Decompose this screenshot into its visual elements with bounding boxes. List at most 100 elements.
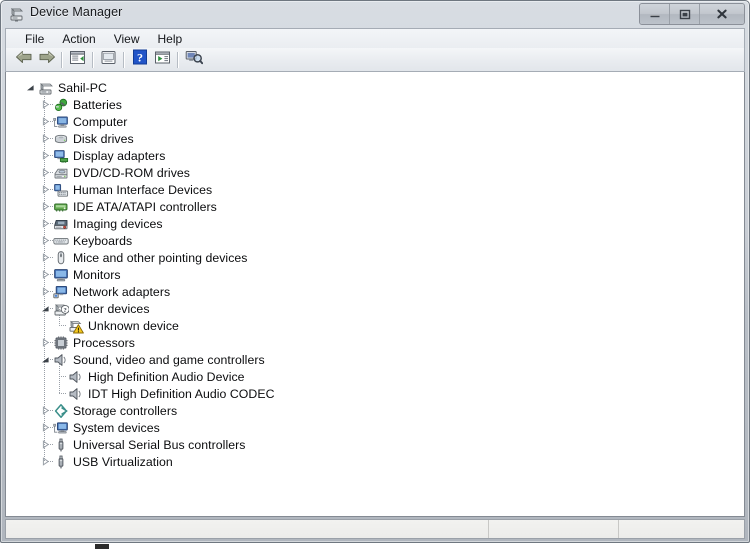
expand-collapse-triangle-collapsed-icon[interactable]	[37, 283, 53, 300]
toolbar-separator	[92, 51, 94, 68]
maximize-button[interactable]	[670, 4, 700, 24]
menu-item-file[interactable]: File	[16, 30, 53, 48]
forward-button[interactable]	[35, 49, 58, 70]
mouse-icon	[53, 250, 69, 266]
tree-node-label: Processors	[73, 335, 136, 350]
device-tree-pane[interactable]: Sahil-PC Batteries Computer Disk drives Disp…	[5, 72, 745, 517]
help-button[interactable]: ?	[128, 49, 151, 70]
hid-icon	[53, 182, 69, 198]
tree-node[interactable]: Batteries	[6, 96, 122, 113]
processor-icon	[53, 335, 69, 351]
expand-collapse-triangle-collapsed-icon[interactable]	[37, 113, 53, 130]
tree-node[interactable]: Sound, video and game controllers	[6, 351, 265, 368]
toolbar-separator	[177, 51, 179, 68]
tree-node[interactable]: IDT High Definition Audio CODEC	[6, 385, 275, 402]
tree-node[interactable]: DVD/CD-ROM drives	[6, 164, 190, 181]
usb-icon	[53, 437, 69, 453]
tree-node-label: IDT High Definition Audio CODEC	[88, 386, 275, 401]
tree-node[interactable]: Human Interface Devices	[6, 181, 212, 198]
tree-node[interactable]: Disk drives	[6, 130, 134, 147]
tree-node[interactable]: Universal Serial Bus controllers	[6, 436, 245, 453]
tree-node[interactable]: Computer	[6, 113, 127, 130]
expand-collapse-triangle-collapsed-icon[interactable]	[37, 419, 53, 436]
tree-node[interactable]: ? Other devices	[6, 300, 150, 317]
tree-node-spacer	[52, 317, 68, 334]
tree-node-label: Keyboards	[73, 233, 133, 248]
monitor-icon	[53, 267, 69, 283]
tree-node[interactable]: Mice and other pointing devices	[6, 249, 248, 266]
tree-node[interactable]: Imaging devices	[6, 215, 163, 232]
tree-node[interactable]: Processors	[6, 334, 135, 351]
menu-item-help[interactable]: Help	[149, 30, 192, 48]
expand-collapse-triangle-collapsed-icon[interactable]	[37, 334, 53, 351]
tree-node-label: System devices	[73, 420, 160, 435]
imaging-device-icon	[53, 216, 69, 232]
expand-collapse-triangle-collapsed-icon[interactable]	[37, 266, 53, 283]
tree-node[interactable]: Monitors	[6, 266, 121, 283]
computer-icon	[53, 114, 69, 130]
expand-collapse-triangle-expanded-icon[interactable]	[22, 79, 38, 96]
unknown-device-icon: ?	[53, 301, 69, 317]
tree-node-label: DVD/CD-ROM drives	[73, 165, 190, 180]
toolbar-separator	[123, 51, 125, 68]
expand-collapse-triangle-collapsed-icon[interactable]	[37, 232, 53, 249]
window-title: Device Manager	[30, 5, 123, 19]
tree-node[interactable]: IDE ATA/ATAPI controllers	[6, 198, 217, 215]
tree-node-label: Disk drives	[73, 131, 134, 146]
expand-collapse-triangle-collapsed-icon[interactable]	[37, 181, 53, 198]
tree-node-label: Display adapters	[73, 148, 166, 163]
tree-node-label: Universal Serial Bus controllers	[73, 437, 246, 452]
status-pane-secondary	[489, 520, 619, 538]
speaker-icon	[53, 352, 69, 368]
properties-button[interactable]	[97, 49, 120, 70]
tree-node[interactable]: Network adapters	[6, 283, 170, 300]
expand-collapse-triangle-expanded-icon[interactable]	[37, 300, 53, 317]
show-hide-console-tree-button[interactable]	[66, 49, 89, 70]
tree-node[interactable]: Unknown device	[6, 317, 179, 334]
update-driver-button[interactable]	[151, 49, 174, 70]
window-controls	[639, 3, 745, 25]
minimize-button[interactable]	[640, 4, 670, 24]
usb-icon	[53, 454, 69, 470]
tree-node-spacer	[52, 368, 68, 385]
expand-collapse-triangle-collapsed-icon[interactable]	[37, 453, 53, 470]
expand-collapse-triangle-collapsed-icon[interactable]	[37, 164, 53, 181]
expand-collapse-triangle-collapsed-icon[interactable]	[37, 402, 53, 419]
expand-collapse-triangle-collapsed-icon[interactable]	[37, 436, 53, 453]
tree-node[interactable]: High Definition Audio Device	[6, 368, 245, 385]
expand-collapse-triangle-collapsed-icon[interactable]	[37, 215, 53, 232]
status-pane-tertiary	[619, 520, 744, 538]
expand-collapse-triangle-collapsed-icon[interactable]	[37, 147, 53, 164]
scan-for-hardware-changes-button[interactable]	[182, 49, 205, 70]
computer-tower-icon	[38, 80, 54, 96]
menu-item-action[interactable]: Action	[53, 30, 104, 48]
help-question-icon: ?	[132, 49, 148, 70]
tree-node[interactable]: Display adapters	[6, 147, 165, 164]
tree-node[interactable]: Storage controllers	[6, 402, 177, 419]
back-button[interactable]	[12, 49, 35, 70]
expand-collapse-triangle-collapsed-icon[interactable]	[37, 198, 53, 215]
battery-icon	[53, 97, 69, 113]
back-arrow-icon	[15, 50, 33, 69]
tree-node[interactable]: Keyboards	[6, 232, 132, 249]
tree-node-label: Imaging devices	[73, 216, 163, 231]
tree-node-label: Computer	[73, 114, 128, 129]
close-button[interactable]	[700, 4, 744, 24]
status-pane-message	[6, 520, 489, 538]
tree-node-spacer	[52, 385, 68, 402]
menu-item-view[interactable]: View	[105, 30, 149, 48]
tree-node[interactable]: System devices	[6, 419, 160, 436]
status-bar	[5, 519, 745, 539]
expand-collapse-triangle-collapsed-icon[interactable]	[37, 130, 53, 147]
tree-node-label: Unknown device	[88, 318, 179, 333]
tree-node[interactable]: Sahil-PC	[6, 79, 107, 96]
title-bar[interactable]: Device Manager	[1, 1, 749, 27]
tree-node-label: USB Virtualization	[73, 454, 173, 469]
toolbar: ?	[5, 48, 745, 72]
expand-collapse-triangle-expanded-icon[interactable]	[37, 351, 53, 368]
expand-collapse-triangle-collapsed-icon[interactable]	[37, 96, 53, 113]
keyboard-icon	[53, 233, 69, 249]
expand-collapse-triangle-collapsed-icon[interactable]	[37, 249, 53, 266]
tree-node-label: Batteries	[73, 97, 122, 112]
tree-node[interactable]: USB Virtualization	[6, 453, 173, 470]
